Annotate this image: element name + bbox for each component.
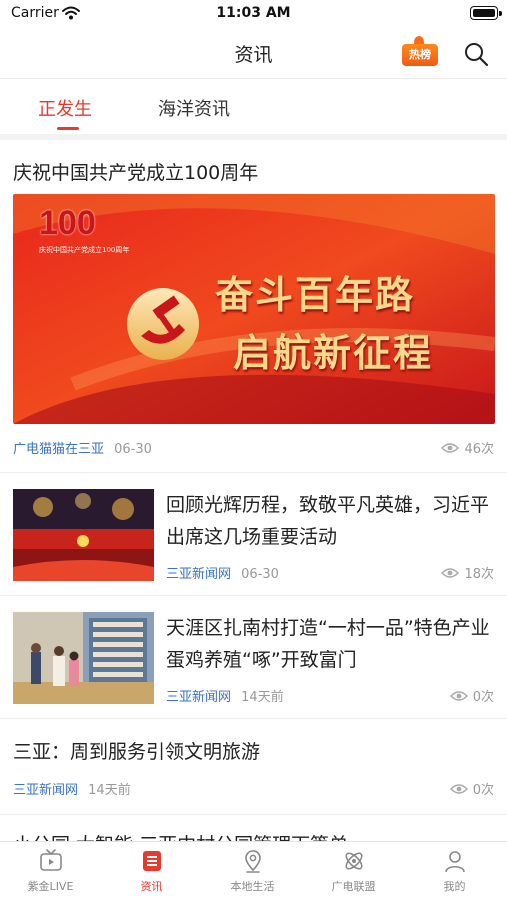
search-icon[interactable] [462,40,490,68]
article-title: 庆祝中国共产党成立100周年 [13,162,259,184]
list-item[interactable]: 回顾光辉历程，致敬平凡英雄，习近平出席这几场重要活动 三亚新闻网 06-30 1… [0,473,507,596]
category-tabs: 正发生 海洋资讯 [0,78,507,134]
user-icon [444,851,465,873]
view-count-label: 0次 [472,783,494,798]
view-count: 18次 [441,563,494,582]
list-item[interactable]: 三亚：周到服务引领文明旅游 三亚新闻网 14天前 0次 [0,719,507,815]
clock: 11:03 AM [216,5,291,21]
news-feed[interactable]: 庆祝中国共产党成立100周年 100 庆祝中国共产党成立100周年 奋斗百年路 … [0,140,507,850]
article-source[interactable]: 三亚新闻网 [166,690,231,705]
list-item[interactable]: 天涯区扎南村打造“一村一品”特色产业 蛋鸡养殖“啄”开致富门 三亚新闻网 14天… [0,596,507,719]
tab-label: 资讯 [140,880,163,893]
view-count: 46次 [441,438,494,457]
article-meta: 广电猫猫在三亚 06-30 [13,438,152,457]
tab-live[interactable]: 紫金LIVE [0,848,101,894]
article-source[interactable]: 三亚新闻网 [13,783,78,798]
article-source[interactable]: 三亚新闻网 [166,567,231,582]
battery-icon [470,6,502,20]
article-date: 06-30 [241,567,279,582]
view-count-label: 46次 [464,442,494,457]
eye-icon [449,690,468,701]
tab-label: 紫金LIVE [27,880,74,893]
article-meta: 三亚新闻网 14天前 [166,686,284,705]
tab-label: 广电联盟 [331,880,376,893]
atom-icon [344,852,363,870]
logo-caption: 庆祝中国共产党成立100周年 [39,246,130,254]
article-meta: 三亚新闻网 14天前 [13,779,131,798]
article-source[interactable]: 广电猫猫在三亚 [13,442,104,457]
article-date: 06-30 [114,442,152,457]
article-title: 三亚：周到服务引领文明旅游 [13,741,261,763]
view-count-label: 18次 [464,567,494,582]
tab-label: 本地生活 [230,880,275,893]
view-count: 0次 [449,686,494,705]
eye-icon [441,442,460,453]
banner-slogan-line2: 启航新征程 [233,331,434,375]
banner-slogan-line1: 奋斗百年路 [215,273,416,317]
hot-list-button[interactable]: 热榜 [400,36,440,68]
eye-icon [441,567,460,578]
view-count: 0次 [449,779,494,798]
article-meta: 三亚新闻网 06-30 [166,563,279,582]
location-icon [244,850,261,873]
article-thumbnail [13,489,154,581]
featured-banner-image[interactable]: 100 庆祝中国共产党成立100周年 奋斗百年路 启航新征程 [13,194,495,424]
tab-ocean-news[interactable]: 海洋资讯 [158,95,230,121]
hot-list-label: 热榜 [402,44,438,66]
tab-profile[interactable]: 我的 [404,848,505,894]
tab-happening[interactable]: 正发生 [38,95,92,121]
tab-label: 我的 [443,880,466,893]
eye-icon [449,783,468,794]
tab-news[interactable]: 资讯 [101,848,202,894]
tv-icon [39,849,62,871]
article-date: 14天前 [88,783,131,798]
logo-number: 100 [39,204,96,242]
tab-broadcast-alliance[interactable]: 广电联盟 [303,848,404,894]
nav-bar: 资讯 热榜 [0,28,507,78]
news-icon [142,851,161,871]
article-title: 天涯区扎南村打造“一村一品”特色产业 蛋鸡养殖“啄”开致富门 [166,617,490,671]
featured-article[interactable]: 庆祝中国共产党成立100周年 100 庆祝中国共产党成立100周年 奋斗百年路 … [0,140,507,473]
active-tab-indicator [57,127,79,130]
view-count-label: 0次 [472,690,494,705]
article-date: 14天前 [241,690,284,705]
status-bar: Carrier 11:03 AM [0,0,507,28]
article-title: 回顾光辉历程，致敬平凡英雄，习近平出席这几场重要活动 [166,494,490,548]
tab-local-life[interactable]: 本地生活 [202,848,303,894]
bottom-tab-bar: 紫金LIVE 资讯 本地生活 广电联盟 我的 [0,841,507,900]
article-thumbnail [13,612,154,704]
